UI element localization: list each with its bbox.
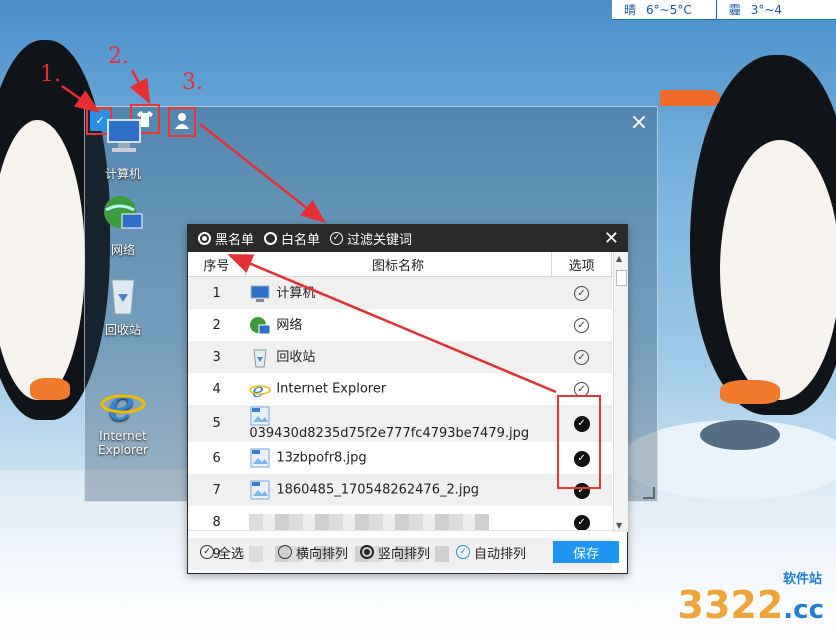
arrow-4 xyxy=(227,254,557,394)
arrow-1 xyxy=(61,84,101,113)
arrow-2 xyxy=(129,69,151,105)
watermark-logo: 3322.cc xyxy=(678,583,824,627)
annotation-arrows xyxy=(61,69,557,394)
watermark-main: 3322 xyxy=(677,583,784,627)
watermark-suffix: .cc xyxy=(783,595,824,625)
arrow-3 xyxy=(199,123,326,224)
desktop-wallpaper: 晴 6°~5°C 霾 3°~4 × ✓ 计算机 网络 回收站 e Interne… xyxy=(0,0,836,635)
